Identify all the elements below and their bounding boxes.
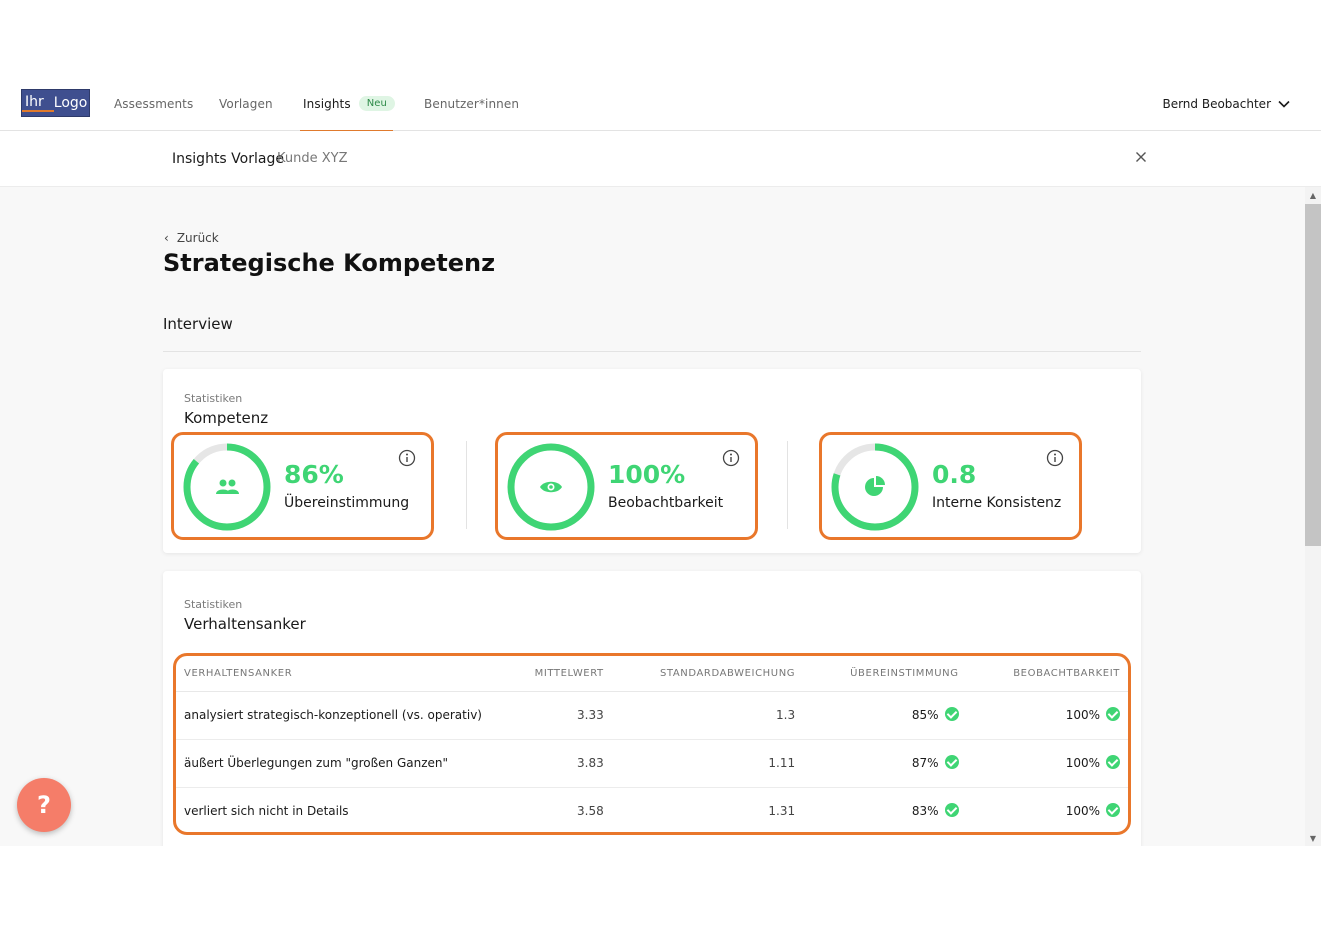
stat-separator [466,441,467,529]
stat-label: Übereinstimmung [284,495,410,511]
stat-separator [787,441,788,529]
user-menu[interactable]: Bernd Beobachter [1162,76,1291,131]
check-circle-icon [1106,803,1120,818]
stat-label: Beobachtbarkeit [608,495,724,511]
stat-label: Interne Konsistenz [932,495,1062,511]
people-icon [216,479,239,494]
stat-value: 0.8 [932,460,977,489]
section-title: Interview [163,315,233,333]
table-row[interactable]: analysiert strategisch-konzeptionell (vs… [176,691,1128,740]
info-icon[interactable] [722,449,740,467]
mean-value: 3.58 [526,787,612,832]
stat-internal-consistency: 0.8 Interne Konsistenz [819,432,1082,540]
mean-value: 3.83 [526,739,612,788]
anchor-name: äußert Überlegungen zum "großen Ganzen" [176,739,527,788]
scroll-down-arrow-icon[interactable]: ▼ [1309,835,1317,843]
check-circle-icon [944,707,959,722]
eye-icon [540,481,562,493]
progress-ring [183,443,271,531]
agreement-cell: 83% [803,787,967,832]
agreement-value: 83% [911,803,939,818]
agreement-cell: 85% [803,691,967,740]
divider [163,351,1141,352]
card-kicker: Statistiken [184,392,243,405]
chevron-left-icon: ‹ [164,231,169,245]
observability-cell: 100% [966,787,1128,832]
competence-stats-card: Statistiken Kompetenz 86% Übereinstimmun… [163,369,1141,553]
main-content: ‹ Zurück Strategische Kompetenz Interview… [0,187,1305,846]
template-header: Insights Vorlage Kunde XYZ [0,131,1321,187]
anchor-name: verliert sich nicht in Details [176,787,527,832]
std-value: 1.3 [611,691,804,740]
observability-value: 100% [1065,755,1100,770]
info-icon[interactable] [398,449,416,467]
card-kicker: Statistiken [184,598,243,611]
observability-cell: 100% [966,691,1128,740]
agreement-value: 85% [911,707,939,722]
new-badge: Neu [358,96,395,111]
vertical-scrollbar[interactable]: ▲ ▼ [1305,187,1321,846]
stat-value: 100% [608,460,686,489]
nav-item-label: Benutzer*innen [424,96,520,111]
check-circle-icon [1106,707,1120,722]
behavior-anchors-card: Statistiken Verhaltensanker VERHALTENSAN… [163,571,1141,846]
stat-value: 86% [284,460,344,489]
column-header[interactable]: ÜBEREINSTIMMUNG [803,656,967,692]
check-circle-icon [1106,755,1120,770]
agreement-value: 87% [911,755,939,770]
brand-logo[interactable]: Ihr Logo [21,89,90,117]
observability-value: 100% [1065,707,1100,722]
back-label: Zurück [176,231,219,245]
nav-item-label: Assessments [114,96,194,111]
help-label: ? [37,791,51,819]
stat-observability: 100% Beobachtbarkeit [495,432,758,540]
top-navigation: Ihr Logo Assessments Vorlagen Insights N… [0,76,1321,132]
pie-icon [865,476,885,496]
observability-cell: 100% [966,739,1128,788]
info-icon[interactable] [1046,449,1064,467]
nav-item-insights[interactable]: Insights Neu [300,76,395,132]
table-row[interactable]: verliert sich nicht in Details 3.58 1.31… [176,787,1128,832]
nav-item-label: Vorlagen [219,96,273,111]
back-link[interactable]: ‹ Zurück [164,231,219,245]
card-title: Kompetenz [184,409,269,427]
column-header[interactable]: VERHALTENSANKER [176,656,527,692]
progress-ring [507,443,595,531]
anchor-name: analysiert strategisch-konzeptionell (vs… [176,691,527,740]
column-header[interactable]: BEOBACHTBARKEIT [966,656,1128,692]
column-header[interactable]: MITTELWERT [526,656,612,692]
observability-value: 100% [1065,803,1100,818]
close-icon[interactable] [1133,149,1149,165]
help-button[interactable]: ? [17,778,71,832]
chevron-down-icon [1278,100,1290,108]
page-title: Strategische Kompetenz [163,249,496,277]
agreement-cell: 87% [803,739,967,788]
template-client: Kunde XYZ [277,151,348,166]
std-value: 1.31 [611,787,804,832]
user-name: Bernd Beobachter [1162,96,1271,111]
stat-agreement: 86% Übereinstimmung [171,432,434,540]
anchors-table-wrapper: VERHALTENSANKER MITTELWERT STANDARDABWEI… [173,653,1131,835]
scroll-up-arrow-icon[interactable]: ▲ [1309,192,1317,200]
logo-text-right: Logo [53,95,88,111]
nav-item-benutzer[interactable]: Benutzer*innen [424,76,519,131]
check-circle-icon [944,803,959,818]
check-circle-icon [944,755,959,770]
table-row[interactable]: äußert Überlegungen zum "großen Ganzen" … [176,739,1128,788]
anchors-table: VERHALTENSANKER MITTELWERT STANDARDABWEI… [176,656,1128,832]
template-title: Insights Vorlage [172,151,284,167]
column-header[interactable]: STANDARDABWEICHUNG [611,656,804,692]
std-value: 1.11 [611,739,804,788]
table-header-row: VERHALTENSANKER MITTELWERT STANDARDABWEI… [176,656,1128,692]
card-title: Verhaltensanker [184,615,306,633]
nav-item-label: Insights [303,96,351,111]
nav-item-vorlagen[interactable]: Vorlagen [219,76,273,131]
logo-text-left: Ihr [22,94,54,112]
mean-value: 3.33 [526,691,612,740]
scrollbar-thumb[interactable] [1305,204,1321,546]
nav-item-assessments[interactable]: Assessments [114,76,193,131]
progress-ring [831,443,919,531]
